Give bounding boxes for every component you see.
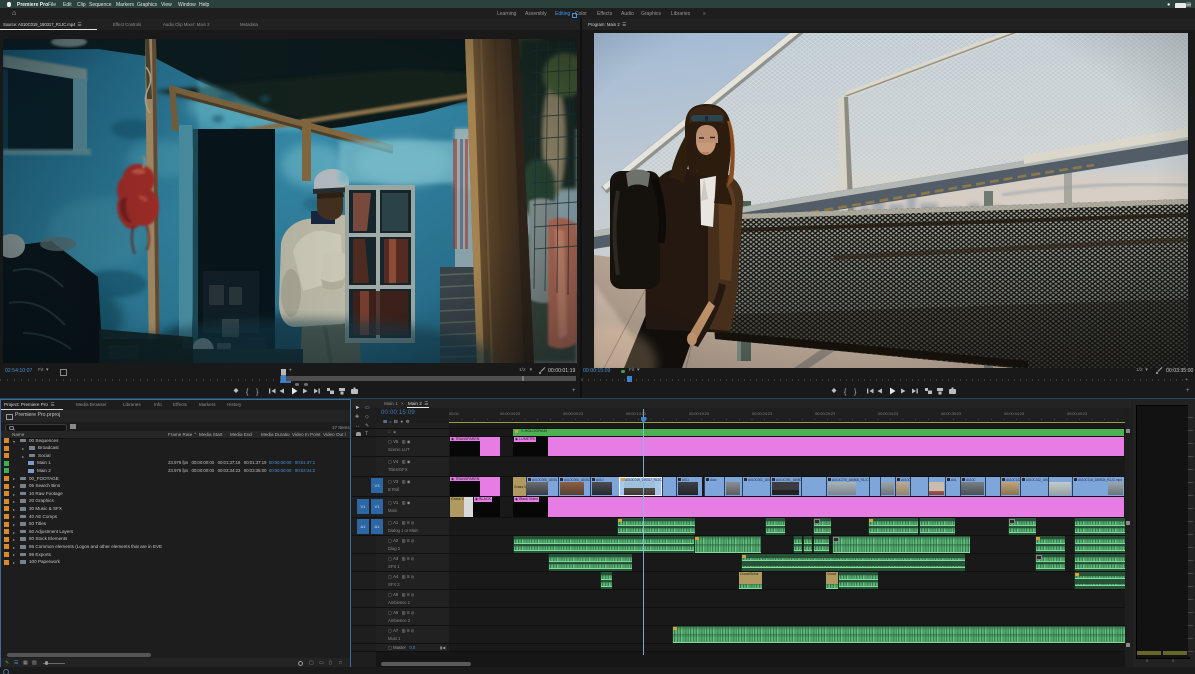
svg-text:}: } xyxy=(256,389,259,396)
svg-text:}: } xyxy=(854,389,857,396)
svg-text:{: { xyxy=(246,389,249,396)
svg-text:{: { xyxy=(844,389,847,396)
